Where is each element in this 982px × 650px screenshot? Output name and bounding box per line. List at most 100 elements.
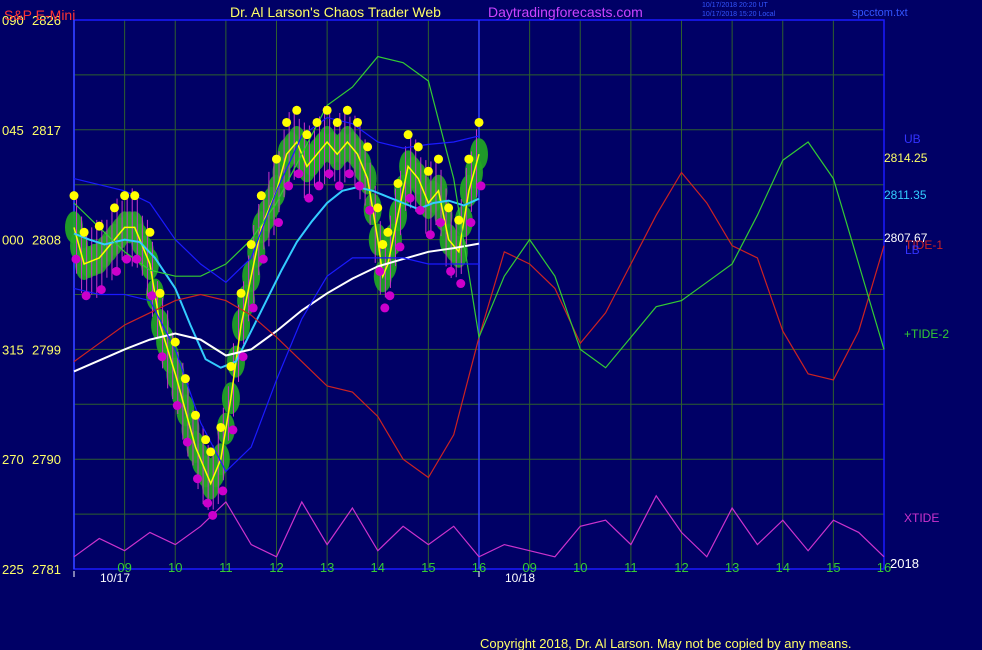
high-dot: [454, 215, 464, 225]
low-dot: [395, 242, 405, 252]
high-dot: [170, 337, 180, 347]
low-dot: [172, 401, 182, 411]
x-tick-hour: 12: [674, 560, 688, 575]
low-dot: [466, 218, 476, 228]
low-dot: [476, 181, 486, 191]
low-dot: [157, 352, 167, 362]
high-dot: [206, 447, 216, 457]
high-dot: [201, 435, 211, 445]
data-file-name: spcctom.txt: [852, 7, 908, 19]
low-dot: [314, 181, 324, 191]
y-tick-left: 045: [2, 123, 24, 138]
right-label: UB: [904, 132, 921, 146]
low-dot: [436, 218, 445, 228]
high-dot: [413, 142, 423, 152]
y-tick-price: 2808: [32, 233, 61, 248]
x-tick-hour: 13: [320, 560, 334, 575]
timestamp-local: 10/17/2018 15:20 Local: [702, 11, 776, 18]
low-dot: [284, 181, 294, 191]
high-dot: [180, 374, 190, 384]
low-dot: [203, 498, 213, 508]
low-dot: [208, 510, 218, 520]
high-dot: [145, 227, 155, 237]
x-date-label: 10/17: [100, 571, 130, 585]
y-tick-price: 2790: [32, 452, 61, 467]
high-dot: [130, 191, 140, 201]
y-tick-left: 000: [2, 233, 24, 248]
x-tick-hour: 13: [725, 560, 739, 575]
high-dot: [256, 191, 266, 201]
low-dot: [193, 474, 202, 484]
low-dot: [218, 486, 228, 496]
high-dot: [69, 191, 79, 201]
low-dot: [446, 266, 456, 276]
high-dot: [383, 227, 393, 237]
x-tick-hour: 15: [421, 560, 435, 575]
low-dot: [71, 254, 81, 264]
low-dot: [248, 303, 258, 313]
high-dot: [464, 154, 474, 164]
y-tick-left: 270: [2, 452, 24, 467]
low-dot: [425, 230, 435, 240]
low-dot: [228, 425, 238, 435]
low-dot: [355, 181, 364, 191]
y-tick-price: 2799: [32, 342, 61, 357]
high-dot: [94, 221, 104, 231]
x-tick-hour: 11: [624, 560, 638, 575]
x-tick-hour: 11: [219, 560, 233, 575]
high-dot: [434, 154, 443, 164]
high-dot: [302, 130, 312, 140]
high-dot: [236, 288, 246, 298]
low-dot: [147, 291, 157, 301]
high-dot: [120, 191, 130, 201]
low-dot: [294, 169, 304, 179]
high-dot: [403, 130, 413, 140]
timestamp-ut: 10/17/2018 20:20 UT: [702, 2, 768, 9]
low-dot: [380, 303, 390, 313]
high-dot: [342, 105, 352, 115]
high-dot: [110, 203, 119, 213]
high-dot: [378, 239, 388, 249]
high-dot: [423, 166, 433, 176]
right-label: +TIDE-2: [904, 327, 949, 341]
y-tick-left: 225: [2, 562, 24, 577]
low-dot: [385, 291, 395, 301]
low-dot: [258, 254, 268, 264]
low-dot: [182, 437, 192, 447]
high-dot: [322, 105, 332, 115]
title-center: Dr. Al Larson's Chaos Trader Web: [230, 4, 441, 20]
right-label: XTIDE: [904, 511, 939, 525]
copyright: Copyright 2018, Dr. Al Larson. May not b…: [480, 636, 851, 650]
low-dot: [344, 169, 354, 179]
low-dot: [274, 218, 283, 228]
low-dot: [365, 205, 375, 215]
low-dot: [132, 254, 142, 264]
low-dot: [112, 266, 121, 276]
high-dot: [474, 117, 484, 127]
low-dot: [324, 169, 334, 179]
high-dot: [353, 117, 362, 127]
right-label: 2811.35: [884, 188, 927, 202]
x-tick-hour: 10: [168, 560, 182, 575]
x-tick-hour: 10: [573, 560, 587, 575]
high-dot: [155, 288, 165, 298]
y-tick-price: 2781: [32, 562, 61, 577]
high-dot: [332, 117, 342, 127]
high-dot: [292, 105, 302, 115]
y-tick-left: 315: [2, 342, 24, 357]
x-tick-hour: 12: [269, 560, 283, 575]
x-tick-hour: 15: [826, 560, 840, 575]
chart: 0900450003152702252826281728082799279027…: [0, 0, 982, 650]
chart-background: [0, 0, 982, 650]
x-tick-hour: 14: [776, 560, 790, 575]
high-dot: [373, 203, 383, 213]
high-dot: [363, 142, 373, 152]
high-dot: [444, 203, 454, 213]
right-label: 2814.25: [884, 151, 928, 165]
title-left: S&P E-Mini: [4, 7, 75, 23]
site-link[interactable]: Daytradingforecasts.com: [488, 4, 643, 20]
low-dot: [122, 254, 132, 264]
high-dot: [216, 422, 226, 432]
low-dot: [375, 266, 385, 276]
year-label: 2018: [890, 556, 919, 571]
